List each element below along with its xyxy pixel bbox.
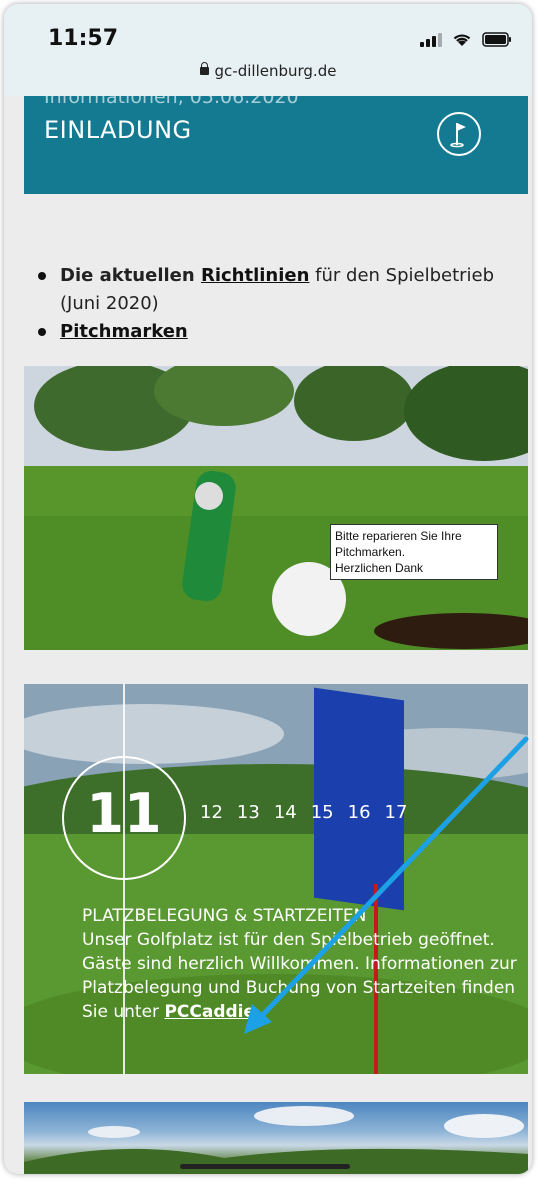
hole-number[interactable]: 12 [200,802,223,823]
home-indicator[interactable] [180,1164,350,1169]
hole-number[interactable]: 14 [274,802,297,823]
flag-icon [437,112,481,156]
battery-icon [482,32,511,47]
signal-icon [420,32,442,47]
caption-line: Herzlichen Dank [335,561,424,575]
hole-number[interactable]: 17 [385,802,408,823]
status-bar: 11:57 gc-dillenburg.de [4,4,532,96]
pitchmarken-link[interactable]: Pitchmarken [60,321,188,342]
status-icons [420,32,512,47]
lock-icon [199,62,209,75]
platzbelegung-text: PLATZBELEGUNG & STARTZEITEN Unser Golfpl… [82,904,522,1024]
card-body: Unser Golfplatz ist für den Spielbetrieb… [82,930,517,1022]
address-bar[interactable]: gc-dillenburg.de [4,62,532,80]
phone-screen: 11:57 gc-dillenburg.de Informationen, 05… [4,4,532,1174]
caption-line: Bitte reparieren Sie Ihre [335,529,462,543]
list-item: Pitchmarken [34,318,514,346]
hole-number[interactable]: 16 [348,802,371,823]
list-item: Die aktuellen Richtlinien für den Spielb… [34,262,514,318]
card-body-end: . [255,1002,261,1022]
pccaddie-link[interactable]: PCCaddie [164,1002,255,1022]
repair-caption: Bitte reparieren Sie Ihre Pitchmarken. H… [330,524,498,580]
card-heading: PLATZBELEGUNG & STARTZEITEN [82,906,367,926]
list-item-prefix: Die aktuellen [60,265,201,286]
platzbelegung-card[interactable]: 11 12 13 14 15 16 17 PLATZBELEGUNG & STA… [24,684,528,1074]
next-holes: 12 13 14 15 16 17 [200,802,407,823]
hole-number[interactable]: 15 [311,802,334,823]
hole-number[interactable]: 13 [237,802,260,823]
info-list: Die aktuellen Richtlinien für den Spielb… [34,262,514,346]
pitchmark-photo: Bitte reparieren Sie Ihre Pitchmarken. H… [24,366,528,650]
status-time: 11:57 [48,26,119,51]
richtlinien-link[interactable]: Richtlinien [201,265,309,286]
current-hole: 11 [86,782,162,845]
caption-line: Pitchmarken. [335,545,406,559]
wifi-icon [453,34,471,46]
url-text: gc-dillenburg.de [214,62,337,80]
golf-flag [314,687,404,911]
banner-title: EINLADUNG [44,116,192,144]
